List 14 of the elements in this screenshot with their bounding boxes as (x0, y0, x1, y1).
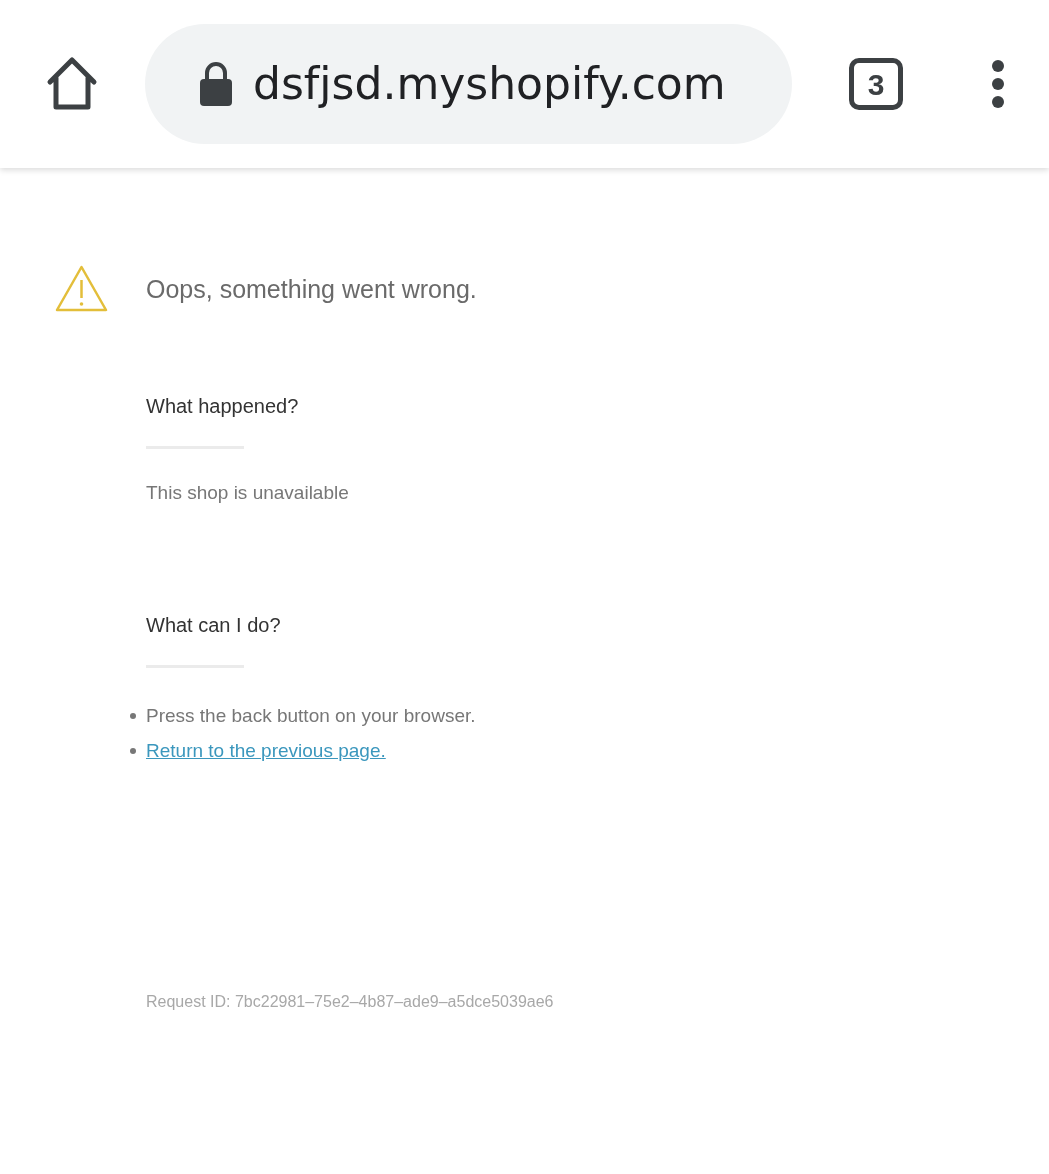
request-id: Request ID: 7bc22981–75e2–4b87–ade9–a5dce5039ae6 (146, 992, 555, 1012)
section-heading: What can I do? (146, 613, 282, 638)
warning-icon (55, 265, 108, 312)
more-menu-icon[interactable] (991, 59, 1005, 109)
error-title: Oops, something went wrong. (146, 274, 478, 305)
section-text: This shop is unavailable (146, 481, 350, 505)
section-heading: What happened? (146, 394, 300, 419)
list-text: Press the back button on your browser. (146, 705, 476, 726)
bullet-icon (130, 713, 136, 719)
lock-icon (199, 62, 233, 106)
url-text: dsfjsd.myshopify.com (253, 57, 726, 111)
tab-count-button[interactable]: 3 (849, 58, 903, 110)
bullet-icon (130, 748, 136, 754)
address-bar[interactable]: dsfjsd.myshopify.com (145, 24, 792, 144)
